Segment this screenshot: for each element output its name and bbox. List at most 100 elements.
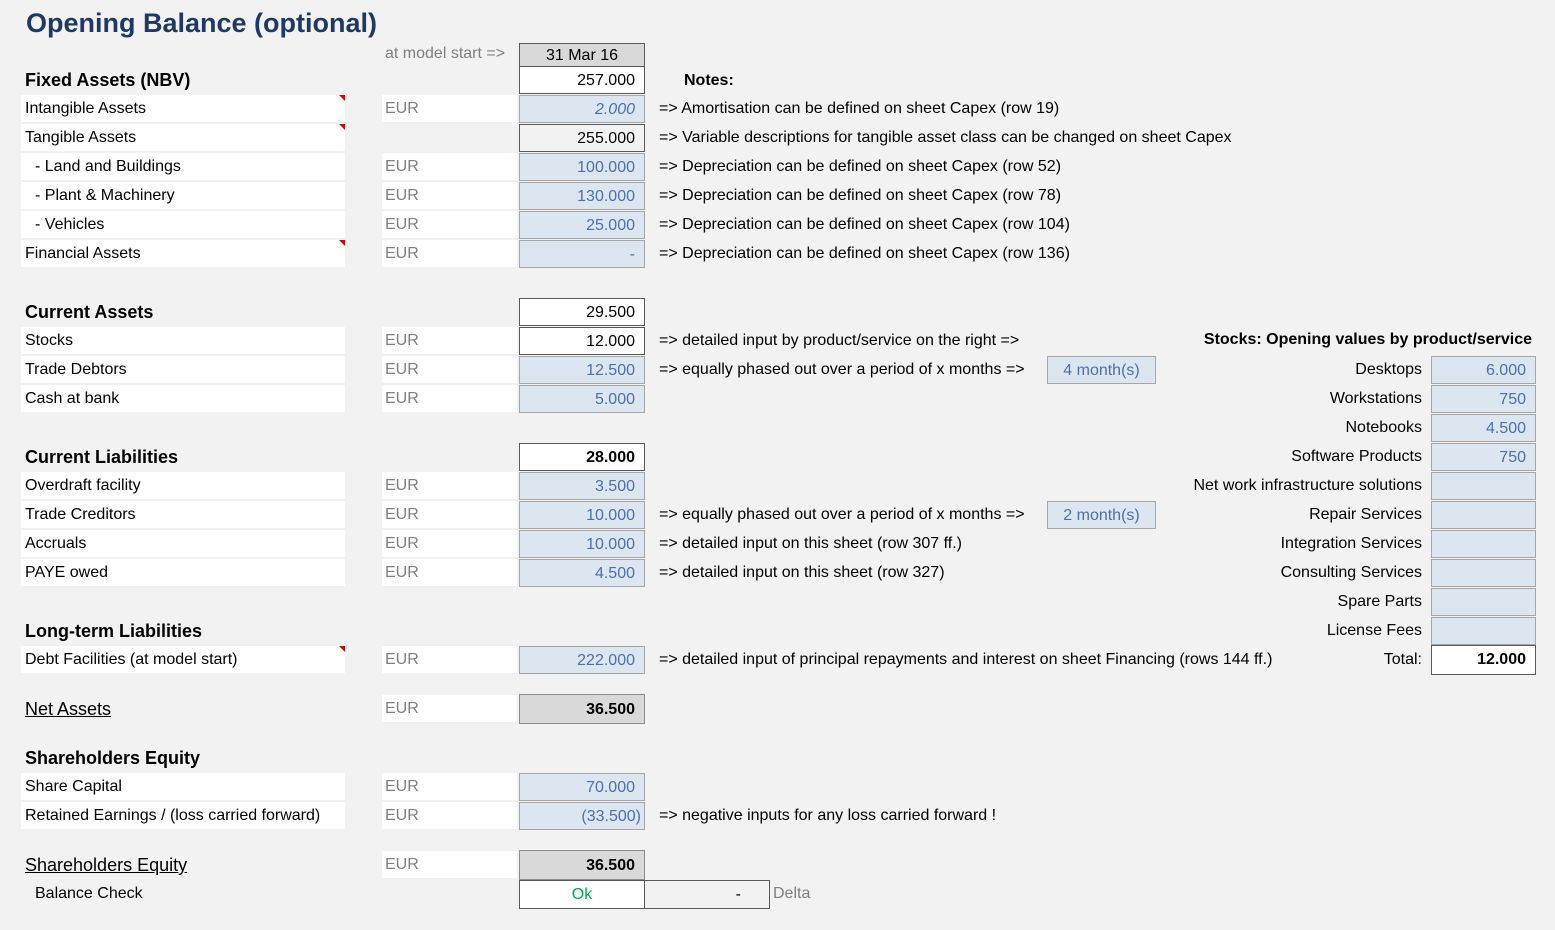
stock-label-spare-parts: Spare Parts xyxy=(1337,593,1422,610)
value-stocks[interactable]: 12.000 xyxy=(519,327,645,355)
unit-trade-creditors: EUR xyxy=(382,501,517,528)
note-trade-creditors: => equally phased out over a period of x… xyxy=(659,506,1025,523)
unit-vehicles: EUR xyxy=(382,211,517,238)
input-plant-machinery[interactable]: 130.000 xyxy=(519,182,645,210)
label-tangible-assets: Tangible Assets xyxy=(21,124,345,151)
comment-marker[interactable] xyxy=(339,95,345,101)
value-net-assets[interactable]: 36.500 xyxy=(519,694,645,724)
input-debt-facilities[interactable]: 222.000 xyxy=(519,646,645,674)
unit-financial-assets: EUR xyxy=(382,240,517,267)
comment-marker[interactable] xyxy=(339,646,345,652)
input-share-capital[interactable]: 70.000 xyxy=(519,773,645,801)
input-cash-at-bank[interactable]: 5.000 xyxy=(519,385,645,413)
unit-debt-facilities: EUR xyxy=(382,646,517,673)
input-trade-debtors[interactable]: 12.500 xyxy=(519,356,645,384)
stock-total-label: Total: xyxy=(1383,651,1422,668)
stock-label-desktops: Desktops xyxy=(1355,361,1422,378)
stock-input-repair-services[interactable] xyxy=(1431,501,1536,529)
input-paye-owed[interactable]: 4.500 xyxy=(519,559,645,587)
unit-overdraft-facility: EUR xyxy=(382,472,517,499)
stock-label-integration-services: Integration Services xyxy=(1280,535,1422,552)
input-financial-assets[interactable]: - xyxy=(519,240,645,268)
comment-marker[interactable] xyxy=(339,240,345,246)
label-share-capital: Share Capital xyxy=(21,773,345,800)
label-stocks: Stocks xyxy=(21,327,345,354)
current-assets-header: Current Assets xyxy=(25,302,154,322)
balance-check-label: Balance Check xyxy=(35,885,143,902)
note-stocks: => detailed input by product/service on … xyxy=(659,332,1020,349)
fixed-assets-total[interactable]: 257.000 xyxy=(519,66,645,94)
input-debtor-months[interactable]: 4 month(s) xyxy=(1047,356,1156,384)
fixed-assets-header: Fixed Assets (NBV) xyxy=(25,70,191,90)
input-intangible-assets[interactable]: 2.000 xyxy=(519,95,645,123)
note-financial-assets: => Depreciation can be defined on sheet … xyxy=(659,245,1070,262)
net-assets-label: Net Assets xyxy=(25,699,112,719)
current-liabilities-total[interactable]: 28.000 xyxy=(519,443,645,471)
unit-land-buildings: EUR xyxy=(382,153,517,180)
unit-accruals: EUR xyxy=(382,530,517,557)
label-trade-debtors: Trade Debtors xyxy=(21,356,345,383)
balance-check-delta[interactable]: - xyxy=(644,880,770,909)
label-intangible-assets: Intangible Assets xyxy=(21,95,345,122)
stock-input-software-products[interactable]: 750 xyxy=(1431,443,1536,471)
label-debt-facilities: Debt Facilities (at model start) xyxy=(21,646,345,673)
note-paye-owed: => detailed input on this sheet (row 327… xyxy=(659,564,945,581)
label-vehicles: - Vehicles xyxy=(21,211,345,238)
label-overdraft-facility: Overdraft facility xyxy=(21,472,345,499)
note-tangible-assets: => Variable descriptions for tangible as… xyxy=(659,129,1232,146)
label-accruals: Accruals xyxy=(21,530,345,557)
stock-input-notebooks[interactable]: 4.500 xyxy=(1431,414,1536,442)
label-land-buildings: - Land and Buildings xyxy=(21,153,345,180)
label-retained-earnings: Retained Earnings / (loss carried forwar… xyxy=(21,802,345,829)
current-assets-total[interactable]: 29.500 xyxy=(519,298,645,326)
unit-paye-owed: EUR xyxy=(382,559,517,586)
input-land-buildings[interactable]: 100.000 xyxy=(519,153,645,181)
current-liabilities-header: Current Liabilities xyxy=(25,447,179,467)
input-trade-creditors[interactable]: 10.000 xyxy=(519,501,645,529)
unit-net-assets: EUR xyxy=(382,695,517,722)
stock-input-desktops[interactable]: 6.000 xyxy=(1431,356,1536,384)
value-tangible-assets[interactable]: 255.000 xyxy=(519,124,645,152)
stock-label-software-products: Software Products xyxy=(1291,448,1422,465)
stock-label-notebooks: Notebooks xyxy=(1345,419,1423,436)
model-start-label: at model start => xyxy=(385,45,506,62)
label-cash-at-bank: Cash at bank xyxy=(21,385,345,412)
value-shareholders-equity-total[interactable]: 36.500 xyxy=(519,850,645,880)
input-accruals[interactable]: 10.000 xyxy=(519,530,645,558)
stock-label-network-infrastructure: Net work infrastructure solutions xyxy=(1193,477,1422,494)
note-debt-facilities: => detailed input of principal repayment… xyxy=(659,651,1273,668)
unit-trade-debtors: EUR xyxy=(382,356,517,383)
stock-total-value[interactable]: 12.000 xyxy=(1431,645,1536,675)
note-intangible-assets: => Amortisation can be defined on sheet … xyxy=(659,100,1060,117)
page-title: Opening Balance (optional) xyxy=(26,8,378,38)
label-trade-creditors: Trade Creditors xyxy=(21,501,345,528)
stock-label-consulting-services: Consulting Services xyxy=(1280,564,1422,581)
comment-marker[interactable] xyxy=(339,124,345,130)
note-land-buildings: => Depreciation can be defined on sheet … xyxy=(659,158,1062,175)
input-vehicles[interactable]: 25.000 xyxy=(519,211,645,239)
stock-input-license-fees[interactable] xyxy=(1431,617,1536,645)
stock-input-integration-services[interactable] xyxy=(1431,530,1536,558)
input-creditor-months[interactable]: 2 month(s) xyxy=(1047,501,1156,529)
model-start-date[interactable]: 31 Mar 16 xyxy=(519,43,645,67)
stock-input-workstations[interactable]: 750 xyxy=(1431,385,1536,413)
stock-label-workstations: Workstations xyxy=(1329,390,1422,407)
unit-stocks: EUR xyxy=(382,327,517,354)
label-plant-machinery: - Plant & Machinery xyxy=(21,182,345,209)
unit-plant-machinery: EUR xyxy=(382,182,517,209)
input-overdraft-facility[interactable]: 3.500 xyxy=(519,472,645,500)
label-paye-owed: PAYE owed xyxy=(21,559,345,586)
note-accruals: => detailed input on this sheet (row 307… xyxy=(659,535,963,552)
stock-input-network-infrastructure[interactable] xyxy=(1431,472,1536,500)
unit-cash-at-bank: EUR xyxy=(382,385,517,412)
stock-label-repair-services: Repair Services xyxy=(1309,506,1422,523)
stock-input-spare-parts[interactable] xyxy=(1431,588,1536,616)
stocks-panel-header: Stocks: Opening values by product/servic… xyxy=(1203,331,1532,348)
input-retained-earnings[interactable]: (33.500) xyxy=(519,802,645,830)
note-vehicles: => Depreciation can be defined on sheet … xyxy=(659,216,1070,233)
note-retained-earnings: => negative inputs for any loss carried … xyxy=(659,807,997,824)
balance-check-status[interactable]: Ok xyxy=(519,880,645,909)
unit-shareholders-equity-total: EUR xyxy=(382,851,517,878)
note-trade-debtors: => equally phased out over a period of x… xyxy=(659,361,1025,378)
stock-input-consulting-services[interactable] xyxy=(1431,559,1536,587)
